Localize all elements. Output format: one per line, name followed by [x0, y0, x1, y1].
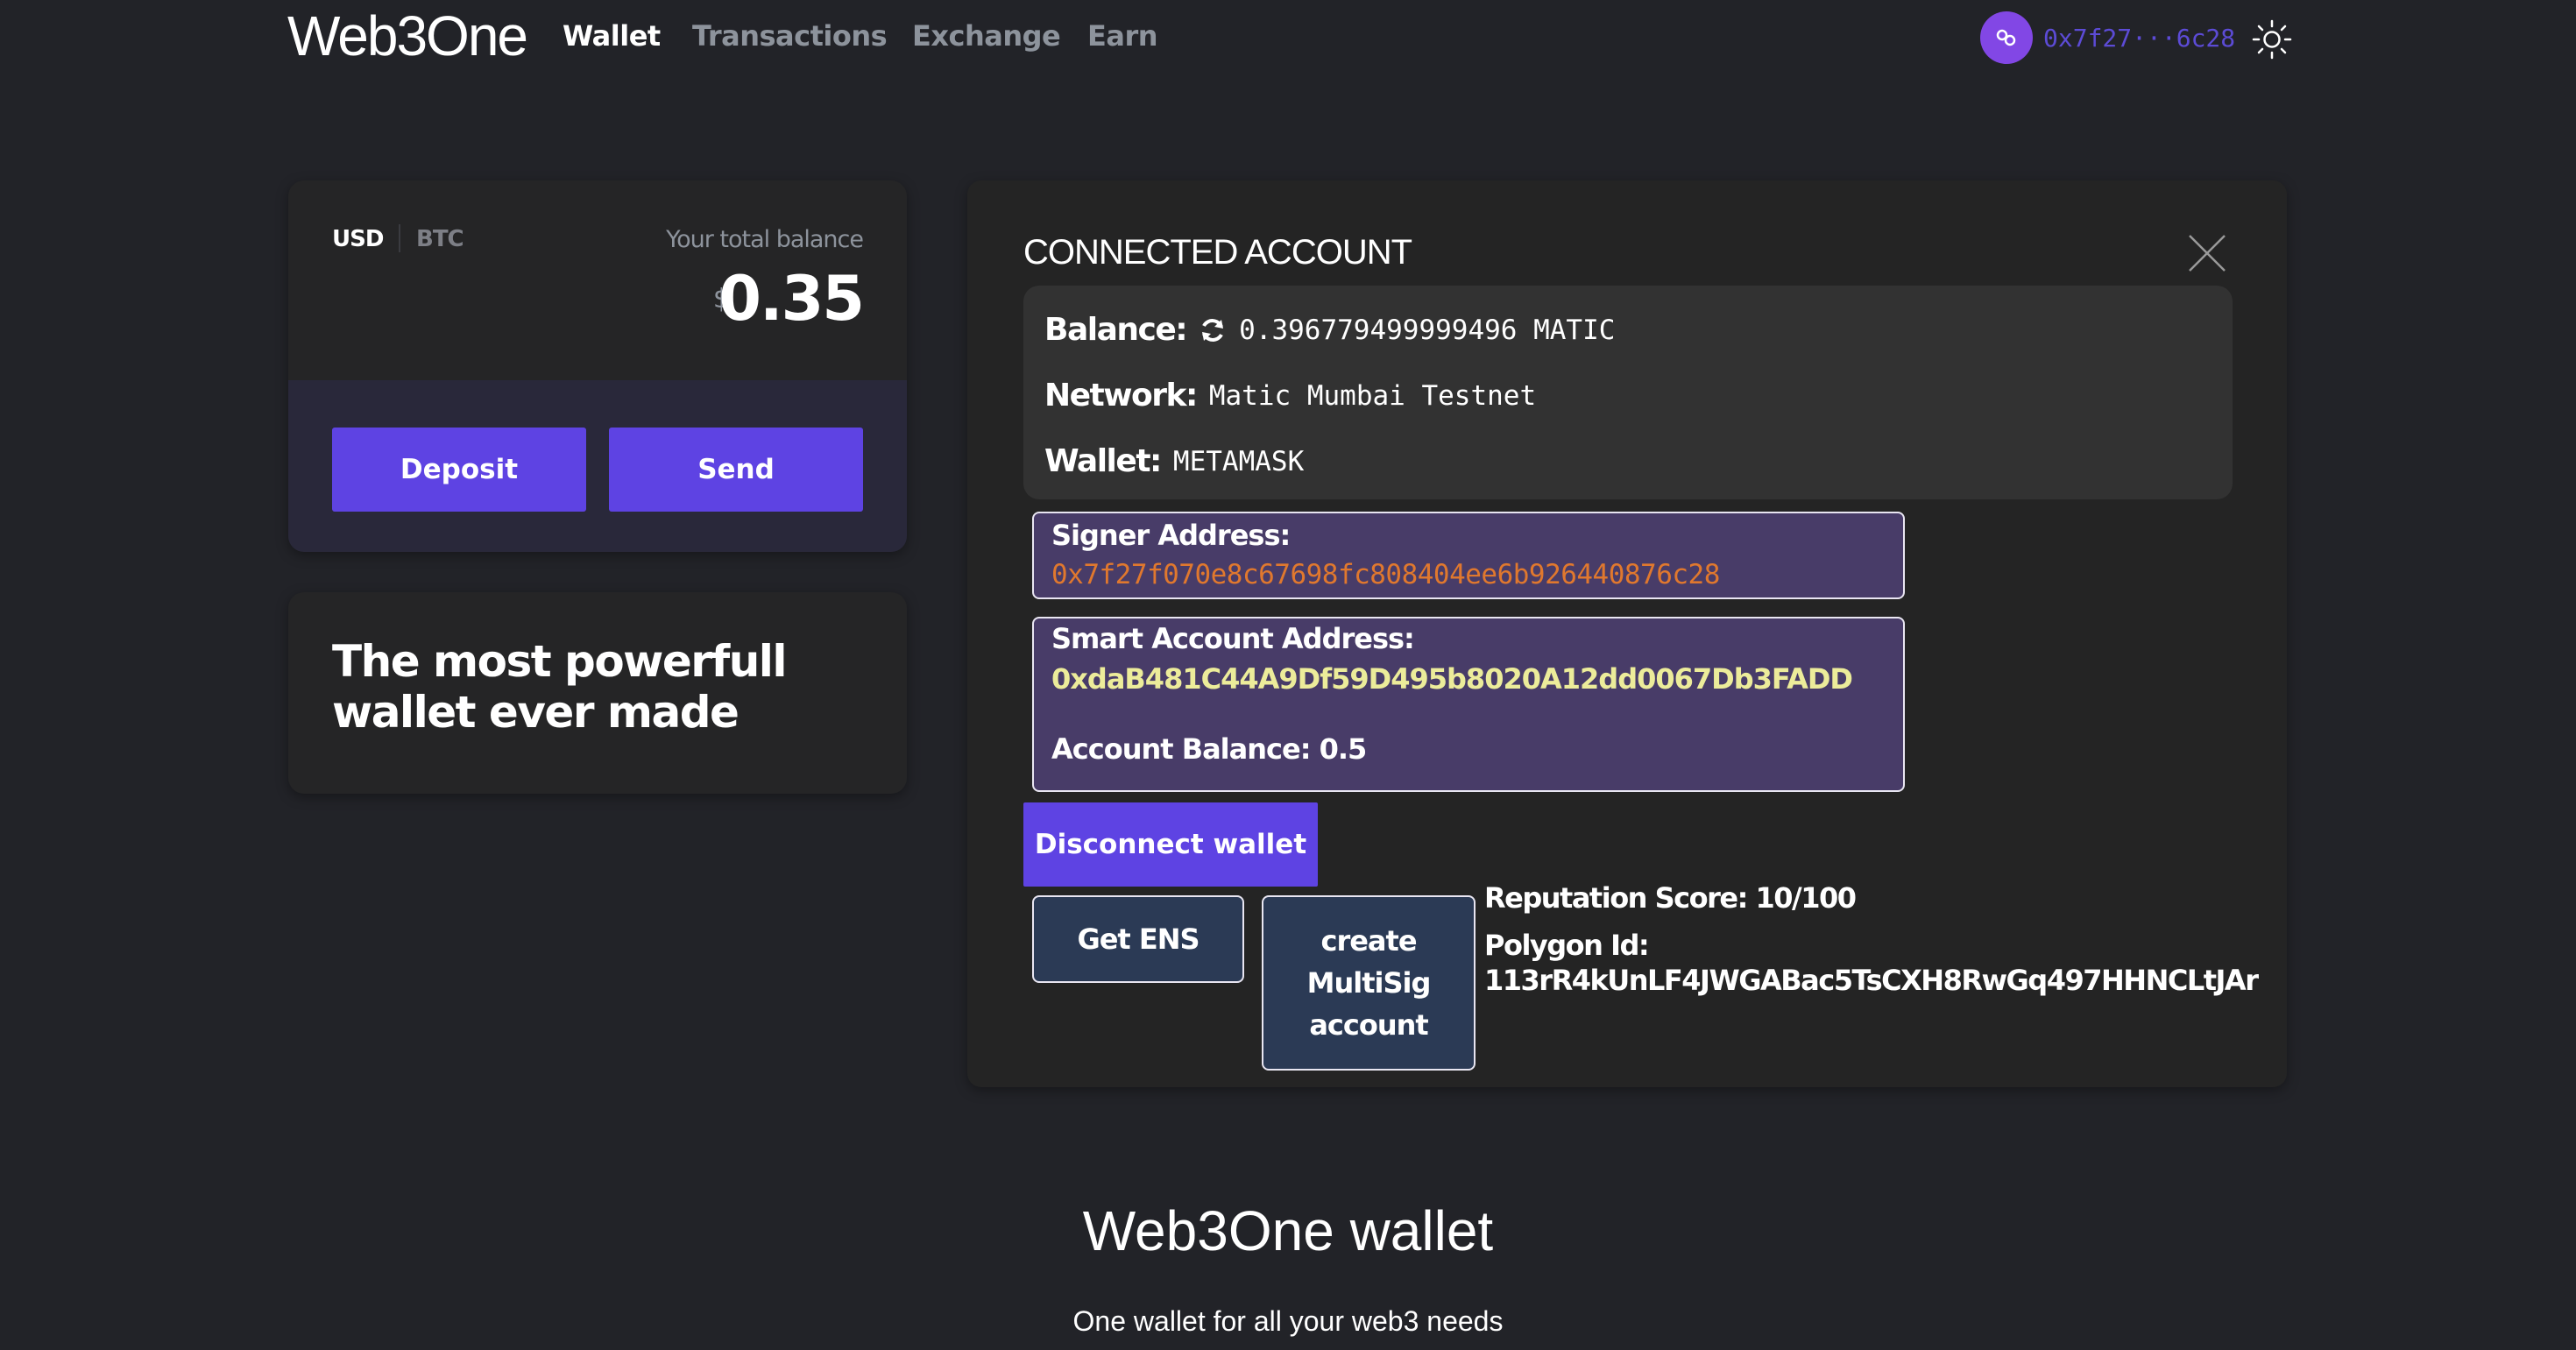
tagline-line-2: wallet ever made	[332, 687, 740, 738]
sun-icon[interactable]	[2250, 18, 2294, 61]
wallet-row: Wallet: METAMASK	[1044, 443, 1304, 479]
balance-actions: Deposit Send	[288, 380, 907, 552]
disconnect-wallet-button[interactable]: Disconnect wallet	[1023, 802, 1318, 887]
hero-subtitle: One wallet for all your web3 needs	[1072, 1305, 1504, 1337]
get-ens-button[interactable]: Get ENS	[1032, 895, 1244, 983]
panel-title: CONNECTED ACCOUNT	[1023, 233, 1412, 272]
network-label: Network:	[1044, 378, 1198, 413]
polygon-icon	[1980, 11, 2033, 64]
nav-link-transactions[interactable]: Transactions	[692, 19, 888, 53]
total-balance-label: Your total balance	[666, 226, 864, 253]
account-short-address: 0x7f27···6c28	[2043, 23, 2236, 53]
logo[interactable]: Web3One	[287, 4, 528, 68]
send-button[interactable]: Send	[609, 428, 863, 512]
signer-address-box: Signer Address: 0x7f27f070e8c67698fc8084…	[1032, 512, 1905, 599]
deposit-button[interactable]: Deposit	[332, 428, 586, 512]
reputation-score: Reputation Score: 10/100	[1484, 881, 1857, 915]
nav-link-wallet[interactable]: Wallet	[563, 19, 661, 53]
tagline-text: The most powerfull wallet ever made	[332, 636, 788, 738]
top-nav: Web3One Wallet Transactions Exchange Ear…	[0, 0, 2576, 79]
tagline-card: The most powerfull wallet ever made	[288, 592, 907, 794]
connected-account-panel: CONNECTED ACCOUNT Balance: 0.39677949999…	[967, 180, 2287, 1087]
total-balance-amount: 0.35	[718, 263, 865, 335]
smart-account-label: Smart Account Address:	[1051, 622, 1415, 655]
smart-account-address[interactable]: 0xdaB481C44A9Df59D495b8020A12dd0067Db3FA…	[1051, 662, 1853, 696]
currency-tab-btc[interactable]: BTC	[416, 226, 464, 252]
balance-summary: USD BTC Your total balance $ 0.35	[288, 180, 907, 380]
signer-address-label: Signer Address:	[1051, 519, 1291, 552]
balance-row: Balance: 0.396779499999496 MATIC	[1044, 312, 1615, 348]
network-value: Matic Mumbai Testnet	[1208, 379, 1537, 412]
hero-title: Web3One wallet	[1082, 1199, 1494, 1262]
polygon-id-value: 113rR4kUnLF4JWGABac5TsCXH8RwGq497HHNCLtJ…	[1484, 964, 2259, 997]
currency-tab-usd[interactable]: USD	[332, 226, 384, 252]
account-info-box: Balance: 0.396779499999496 MATIC Network…	[1023, 286, 2233, 499]
polygon-id-label: Polygon Id:	[1484, 929, 1650, 962]
signer-address-value[interactable]: 0x7f27f070e8c67698fc808404ee6b926440876c…	[1051, 559, 1720, 590]
close-icon[interactable]	[2187, 233, 2227, 273]
nav-link-earn[interactable]: Earn	[1087, 19, 1158, 53]
wallet-value: METAMASK	[1172, 445, 1305, 477]
tagline-line-1: The most powerfull	[332, 636, 788, 687]
account-balance: Account Balance: 0.5	[1051, 732, 1367, 766]
network-row: Network: Matic Mumbai Testnet	[1044, 378, 1536, 413]
balance-label: Balance:	[1044, 312, 1188, 348]
create-multisig-button[interactable]: create MultiSig account	[1262, 895, 1476, 1071]
account-chip[interactable]: 0x7f27···6c28	[1980, 11, 2235, 64]
wallet-label: Wallet:	[1044, 443, 1162, 479]
smart-account-box: Smart Account Address: 0xdaB481C44A9Df59…	[1032, 617, 1905, 792]
nav-link-exchange[interactable]: Exchange	[912, 19, 1061, 53]
refresh-icon[interactable]	[1199, 316, 1227, 344]
currency-divider	[399, 224, 400, 252]
balance-value: 0.396779499999496 MATIC	[1239, 314, 1616, 346]
balance-card: USD BTC Your total balance $ 0.35 Deposi…	[288, 180, 907, 552]
